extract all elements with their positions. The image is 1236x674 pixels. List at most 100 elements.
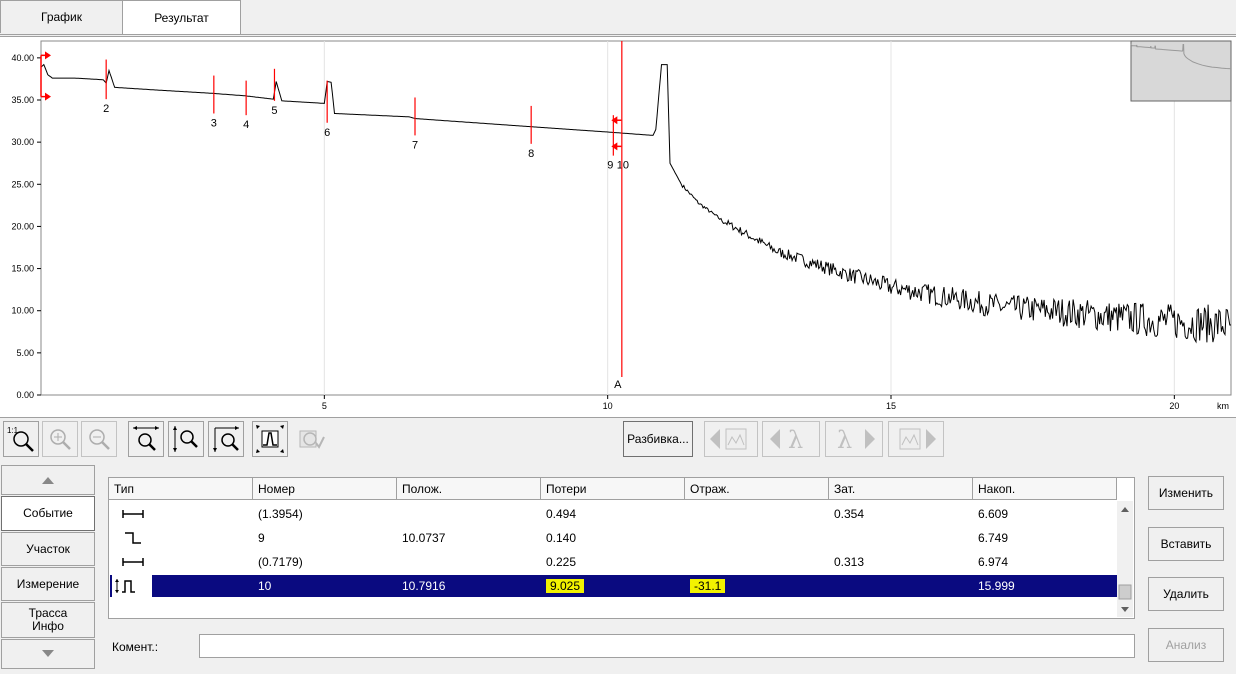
cell-loss: 0.225 [546, 555, 577, 569]
zoom-out-icon [89, 429, 110, 450]
comment-label: Комент.: [112, 640, 159, 654]
overview-thumbnail [1130, 40, 1232, 102]
table-row[interactable]: 9 10.0737 0.140 6.749 [110, 527, 1117, 549]
tab-divider [0, 34, 1236, 35]
x-unit-label: km [1217, 401, 1229, 411]
tab-graph-label: График [41, 10, 82, 24]
event-label-6: 6 [324, 127, 330, 139]
reflectance-highlight: -31.1 [690, 579, 726, 593]
tab-graph[interactable]: График [0, 0, 123, 33]
column-header-position-label: Полож. [402, 481, 443, 496]
next-event-button[interactable] [888, 421, 944, 457]
y-tick-label: 35.00 [11, 95, 34, 105]
nav-down-button[interactable] [1, 639, 95, 669]
column-header-cumulative[interactable]: Накоп. [973, 478, 1117, 500]
nav-item-section[interactable]: Участок [1, 532, 95, 566]
column-header-type[interactable]: Тип [109, 478, 253, 500]
event-label-7: 7 [412, 139, 418, 151]
left-nav: Событие Участок Измерение Трасса Инфо [0, 463, 97, 674]
cell-number: 9 [258, 531, 265, 545]
column-header-cumulative-label: Накоп. [978, 481, 1016, 496]
cell-position [397, 551, 541, 573]
column-header-position[interactable]: Полож. [397, 478, 541, 500]
prev-event-button[interactable] [704, 421, 758, 457]
zoom-marker-icon [299, 430, 325, 449]
next-wavelength-button[interactable]: λ [825, 421, 883, 457]
column-header-number[interactable]: Номер [253, 478, 397, 500]
segment-icon [116, 551, 156, 573]
zoom-horizontal-icon [133, 426, 159, 451]
delete-button-label: Удалить [1163, 587, 1209, 601]
column-header-reflectance[interactable]: Отраж. [685, 478, 829, 500]
cell-loss: 0.140 [546, 531, 577, 545]
trace-chart[interactable]: 0.00 5.00 10.00 15.00 20.00 25.00 30.00 35.00 40… [0, 36, 1236, 418]
cell-number: (0.7179) [258, 555, 303, 569]
x-tick-label: 5 [322, 401, 327, 411]
table-row-selected[interactable]: 10 10.7916 9.025 -31.1 15.999 [110, 575, 1117, 597]
step-down-icon [116, 527, 156, 549]
event-label-4: 4 [243, 119, 249, 131]
segment-icon [116, 503, 156, 525]
event-label-3: 3 [211, 117, 217, 129]
zoom-in-icon [50, 429, 71, 450]
nav-item-event[interactable]: Событие [1, 496, 95, 531]
edit-button-label: Изменить [1158, 486, 1214, 500]
y-tick-label: 30.00 [11, 137, 34, 147]
insert-button-label: Вставить [1160, 537, 1212, 551]
table-row[interactable]: (1.3954) 0.494 0.354 6.609 [110, 503, 1117, 525]
cell-position: 10.0737 [402, 531, 446, 545]
nav-item-section-label: Участок [26, 541, 70, 556]
comment-input[interactable] [199, 634, 1135, 658]
column-header-attenuation[interactable]: Зат. [829, 478, 973, 500]
tab-result[interactable]: Результат [122, 0, 241, 35]
cell-position: 10.7916 [402, 579, 446, 593]
delete-button[interactable]: Удалить [1148, 577, 1224, 611]
arrow-up-icon [42, 477, 54, 484]
cell-reflectance: -31.1 [685, 575, 829, 597]
y-tick-label: 0.00 [16, 390, 34, 400]
zoom-1to1-icon: 1:1 [7, 426, 34, 452]
x-tick-label: 10 [603, 401, 613, 411]
table-row[interactable]: (0.7179) 0.225 0.313 6.974 [110, 551, 1117, 573]
prev-wavelength-button[interactable]: λ [762, 421, 820, 457]
cell-loss: 0.494 [546, 507, 577, 521]
zoom-out-button[interactable] [81, 421, 117, 457]
prev-trace-icon [710, 428, 747, 450]
trace-plot[interactable]: 0.00 5.00 10.00 15.00 20.00 25.00 30.00 35.00 40… [0, 37, 1236, 418]
split-button[interactable]: Разбивка... [623, 421, 693, 457]
nav-item-measurement[interactable]: Измерение [1, 567, 95, 601]
cell-cumulative: 15.999 [978, 579, 1015, 593]
y-tick-label: 10.00 [11, 306, 34, 316]
nav-item-trace-info[interactable]: Трасса Инфо [1, 602, 95, 638]
cell-cumulative: 6.974 [978, 555, 1009, 569]
cell-attenuation [829, 575, 973, 597]
column-header-loss[interactable]: Потери [541, 478, 685, 500]
zoom-event-button[interactable] [252, 421, 288, 457]
event-label-8: 8 [528, 148, 534, 160]
tab-result-label: Результат [154, 11, 209, 25]
scrollbar-arrows-icon [1118, 507, 1132, 612]
column-header-number-label: Номер [258, 481, 295, 496]
zoom-in-button[interactable] [42, 421, 78, 457]
nav-up-button[interactable] [1, 465, 95, 495]
peak-zoom-icon [256, 425, 284, 453]
arrow-down-icon [42, 650, 54, 657]
prev-lambda-icon: λ [770, 426, 803, 454]
insert-button[interactable]: Вставить [1148, 527, 1224, 561]
next-lambda-icon: λ [837, 426, 875, 454]
zoom-horizontal-button[interactable] [128, 421, 164, 457]
zoom-1to1-button[interactable]: 1:1 [3, 421, 39, 457]
table-scrollbar[interactable] [1117, 501, 1133, 617]
y-tick-label: 5.00 [16, 348, 34, 358]
cell-reflectance [685, 527, 829, 549]
zoom-marker-button[interactable] [292, 421, 328, 457]
event-label-2: 2 [103, 103, 109, 115]
analysis-button[interactable]: Анализ [1148, 628, 1224, 662]
svg-text:λ: λ [837, 426, 852, 454]
cell-number: (1.3954) [258, 507, 303, 521]
zoom-both-button[interactable] [208, 421, 244, 457]
zoom-vertical-button[interactable] [168, 421, 204, 457]
edit-button[interactable]: Изменить [1148, 476, 1224, 510]
x-tick-label: 20 [1169, 401, 1179, 411]
y-tick-label: 20.00 [11, 221, 34, 231]
